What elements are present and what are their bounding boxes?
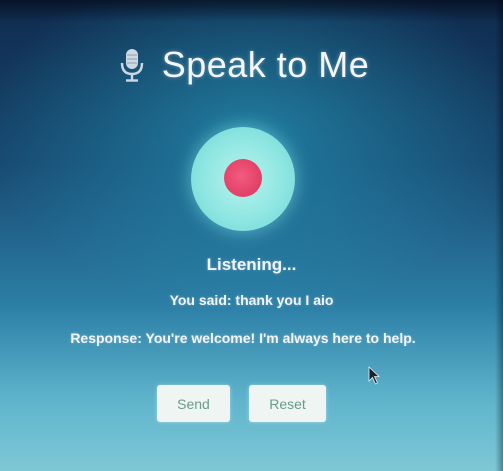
send-button[interactable]: Send [157,385,230,422]
response-text: Response: You're welcome! I'm always her… [70,330,416,346]
reset-button[interactable]: Reset [249,385,326,422]
record-dot-icon [224,159,262,197]
record-button[interactable] [191,127,295,231]
screen-bezel-top [0,0,503,22]
listening-status: Listening... [206,255,297,274]
microphone-icon [120,48,144,82]
mouse-cursor-icon [368,366,381,391]
app-header: Speak to Me [0,44,503,86]
app-title: Speak to Me [161,44,370,85]
transcript-text: You said: thank you I aio [169,292,334,308]
